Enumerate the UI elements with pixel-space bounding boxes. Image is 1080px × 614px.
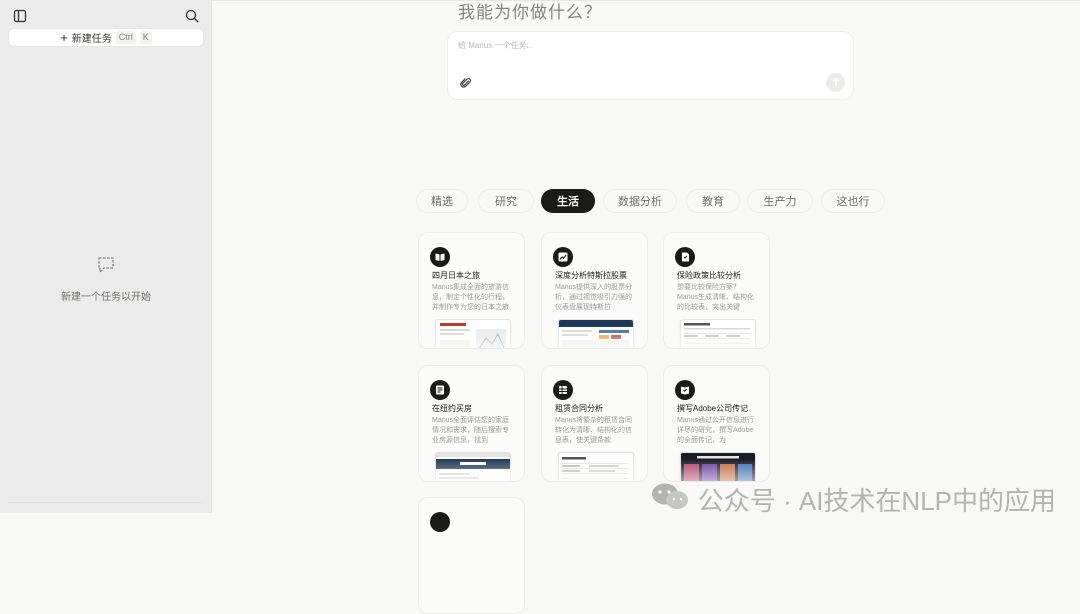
wechat-icon bbox=[650, 481, 690, 518]
document-icon bbox=[430, 380, 450, 400]
card-description: Manus将繁杂的租赁合同转化为清晰、结构化的信息表，使关键条款 bbox=[555, 417, 633, 444]
tab-label: 生产力 bbox=[763, 196, 797, 208]
tab-label: 生活 bbox=[557, 196, 579, 208]
arrow-up-icon bbox=[831, 74, 841, 92]
card-description: Manus集成全面的旅游信息，制定个性化的行程，并制作专为您的日本之旅 bbox=[432, 284, 510, 311]
tab-productivity[interactable]: 生产力 bbox=[747, 189, 813, 213]
watermark: 公众号 · AI技术在NLP中的应用 bbox=[650, 481, 1056, 518]
card-fade bbox=[542, 459, 647, 481]
card-description: Manus提供深入的股票分析，通过视觉吸引力强的仪表盘展现特斯拉 bbox=[555, 284, 633, 311]
card-adobe-biography[interactable]: 撰写Adobe公司传记 Manus通过公开信息进行详尽的研究，撰写Adobe的全… bbox=[663, 365, 770, 482]
task-input[interactable]: 给 Manus 一个任务... bbox=[447, 31, 854, 100]
new-task-label: 新建任务 bbox=[71, 34, 112, 45]
empty-state-text: 新建一个任务以开始 bbox=[61, 292, 151, 303]
card-fade bbox=[419, 326, 524, 348]
card-nyc-house[interactable]: 在纽约买房 Manus全面评估您的家庭情况和需求，随后搜索专业房源信息，找到 bbox=[418, 365, 525, 482]
sidebar-header bbox=[0, 0, 212, 30]
tab-data-analysis[interactable]: 数据分析 bbox=[603, 189, 677, 213]
top-divider bbox=[212, 0, 1080, 1]
sidebar-toggle-icon[interactable] bbox=[13, 9, 27, 23]
chart-image-icon bbox=[553, 247, 573, 267]
search-icon[interactable] bbox=[185, 9, 199, 23]
shield-doc-icon bbox=[675, 247, 695, 267]
card-fade bbox=[542, 326, 647, 348]
tab-research[interactable]: 研究 bbox=[478, 189, 534, 213]
card-title: 撰写Adobe公司传记 bbox=[677, 404, 749, 413]
card-fade bbox=[419, 459, 524, 481]
card-icon bbox=[430, 512, 450, 532]
sidebar: + 新建任务 Ctrl K 新建一个任务以开始 bbox=[0, 0, 212, 513]
table-icon bbox=[553, 380, 573, 400]
card-tesla-stock[interactable]: 深度分析特斯拉股票 Manus提供深入的股票分析，通过视觉吸引力强的仪表盘展现特… bbox=[541, 232, 648, 349]
send-button[interactable] bbox=[826, 73, 845, 92]
watermark-text: 公众号 · AI技术在NLP中的应用 bbox=[697, 486, 1056, 516]
card-fade bbox=[664, 326, 769, 348]
tab-label: 精选 bbox=[431, 196, 453, 208]
tab-label: 数据分析 bbox=[618, 196, 662, 208]
tab-featured[interactable]: 精选 bbox=[416, 189, 468, 213]
tab-misc[interactable]: 这也行 bbox=[821, 189, 885, 213]
main-area: 我能为你做什么？ 给 Manus 一个任务... 精选 研究 生活 数据分析 教… bbox=[212, 0, 1080, 614]
sidebar-divider bbox=[8, 502, 203, 503]
card-partial[interactable] bbox=[418, 497, 525, 614]
card-fade bbox=[664, 459, 769, 481]
card-description: 想要比较保险方案？Manus生成清晰、结构化的比较表，突出关键 bbox=[677, 284, 755, 311]
card-title: 四月日本之旅 bbox=[432, 271, 480, 280]
new-task-button[interactable]: + 新建任务 Ctrl K bbox=[8, 28, 204, 47]
tab-education[interactable]: 教育 bbox=[686, 189, 740, 213]
tab-label: 教育 bbox=[702, 196, 724, 208]
shortcut-key: K bbox=[139, 31, 152, 44]
plus-icon: + bbox=[60, 30, 68, 45]
chat-bubble-icon bbox=[96, 257, 116, 279]
card-title: 保险政策比较分析 bbox=[677, 271, 741, 280]
paperclip-icon[interactable] bbox=[460, 76, 472, 88]
book-check-icon bbox=[675, 380, 695, 400]
card-title: 深度分析特斯拉股票 bbox=[555, 271, 627, 280]
map-book-icon bbox=[430, 247, 450, 267]
card-insurance-compare[interactable]: 保险政策比较分析 想要比较保险方案？Manus生成清晰、结构化的比较表，突出关键 bbox=[663, 232, 770, 349]
tab-label: 研究 bbox=[495, 196, 517, 208]
card-lease-analysis[interactable]: 租赁合同分析 Manus将繁杂的租赁合同转化为清晰、结构化的信息表，使关键条款 bbox=[541, 365, 648, 482]
greeting-title: 我能为你做什么？ bbox=[458, 3, 602, 22]
card-title: 租赁合同分析 bbox=[555, 404, 603, 413]
tab-life[interactable]: 生活 bbox=[541, 189, 595, 213]
tab-label: 这也行 bbox=[836, 196, 870, 208]
empty-state: 新建一个任务以开始 bbox=[0, 255, 212, 303]
card-description: Manus全面评估您的家庭情况和需求，随后搜索专业房源信息，找到 bbox=[432, 417, 510, 444]
card-description: Manus通过公开信息进行详尽的研究，撰写Adobe的全面传记，为 bbox=[677, 417, 755, 444]
shortcut-ctrl: Ctrl bbox=[115, 31, 136, 44]
card-japan-trip[interactable]: 四月日本之旅 Manus集成全面的旅游信息，制定个性化的行程，并制作专为您的日本… bbox=[418, 232, 525, 349]
task-input-placeholder: 给 Manus 一个任务... bbox=[458, 41, 534, 50]
card-title: 在纽约买房 bbox=[432, 404, 472, 413]
